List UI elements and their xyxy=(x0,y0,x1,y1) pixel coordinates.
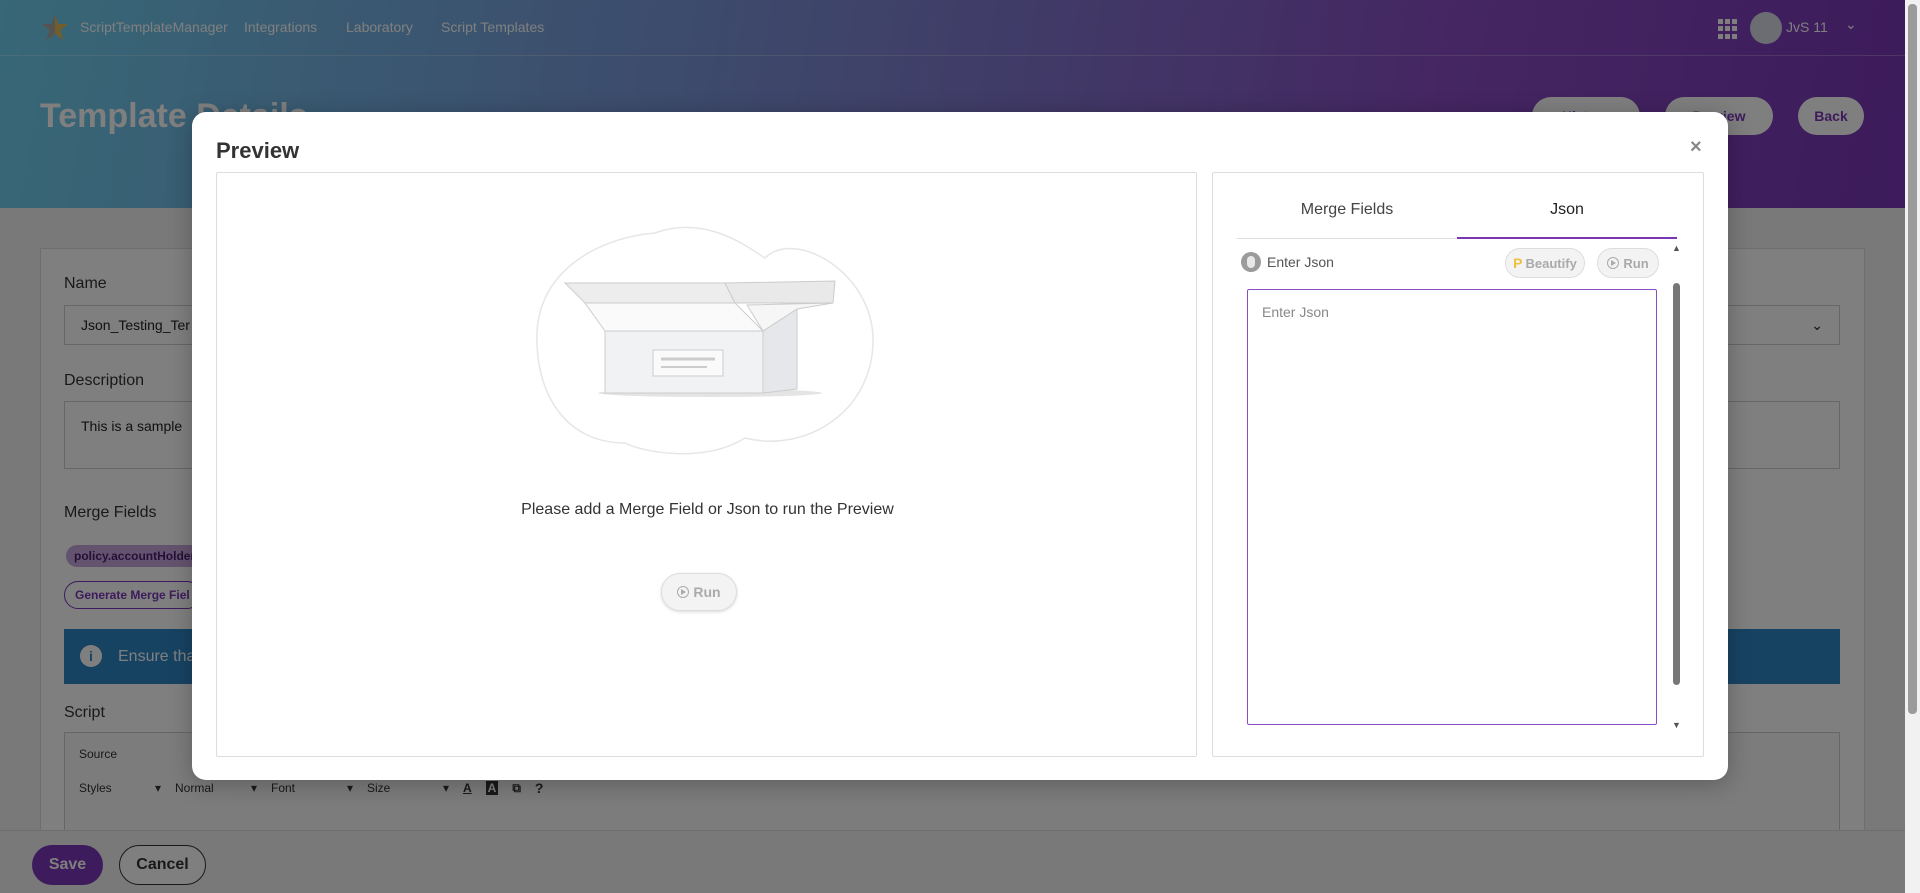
play-icon xyxy=(1607,257,1620,269)
run-label: Run xyxy=(693,584,721,600)
empty-state-message: Please add a Merge Field or Json to run … xyxy=(521,501,894,518)
input-pane: Merge Fields Json Enter Json P Beautify … xyxy=(1212,172,1704,757)
preview-modal: Preview × Please add a Merge Field or Js… xyxy=(192,112,1728,780)
play-icon xyxy=(677,586,690,598)
tab-merge-fields[interactable]: Merge Fields xyxy=(1237,193,1457,239)
page-scrollbar[interactable] xyxy=(1905,0,1920,893)
scroll-up-arrow-icon[interactable]: ▲ xyxy=(1672,243,1681,253)
scroll-down-arrow-icon[interactable]: ▼ xyxy=(1672,720,1681,730)
json-toggle-switch[interactable] xyxy=(1241,252,1261,272)
modal-title: Preview xyxy=(216,138,300,163)
empty-box-illustration xyxy=(536,226,874,455)
beautify-button[interactable]: P Beautify xyxy=(1505,248,1585,278)
preview-pane: Please add a Merge Field or Json to run … xyxy=(216,172,1197,757)
scrollbar-thumb[interactable] xyxy=(1673,283,1680,685)
beautify-label: Beautify xyxy=(1525,255,1577,271)
run-preview-button[interactable]: Run xyxy=(661,573,737,611)
run-label: Run xyxy=(1623,255,1649,271)
json-input[interactable] xyxy=(1247,289,1657,725)
json-pane-scrollbar[interactable]: ▲ ▼ xyxy=(1671,243,1683,733)
json-toggle-label: Enter Json xyxy=(1267,254,1334,270)
close-icon[interactable]: × xyxy=(1690,136,1702,159)
tab-json[interactable]: Json xyxy=(1457,193,1677,239)
beautify-icon: P xyxy=(1513,255,1523,271)
run-json-button[interactable]: Run xyxy=(1597,248,1659,278)
